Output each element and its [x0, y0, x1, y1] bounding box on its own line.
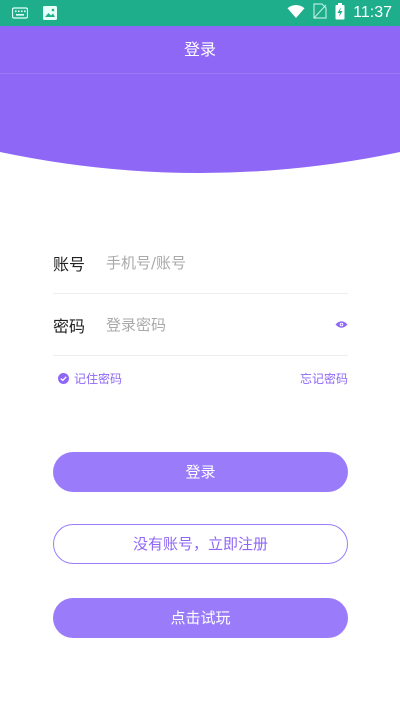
page-title: 登录	[0, 26, 400, 74]
password-row: 密码	[53, 294, 348, 356]
no-sim-icon	[313, 3, 327, 23]
login-button[interactable]: 登录	[53, 452, 348, 492]
forgot-password-link[interactable]: 忘记密码	[300, 370, 348, 387]
password-input[interactable]	[106, 315, 334, 334]
register-button[interactable]: 没有账号，立即注册	[53, 524, 348, 564]
check-circle-icon	[58, 373, 69, 384]
status-time: 11:37	[353, 4, 392, 21]
login-form: 账号 密码	[53, 232, 348, 356]
remember-password-label: 记住密码	[74, 372, 123, 386]
show-password-icon[interactable]	[334, 318, 348, 332]
account-row: 账号	[53, 232, 348, 294]
status-bar: 11:37	[0, 0, 400, 26]
image-icon	[42, 5, 58, 25]
header-arc-background	[0, 74, 400, 173]
wifi-icon	[287, 4, 305, 23]
account-input[interactable]	[106, 253, 348, 272]
password-label: 密码	[53, 316, 86, 336]
battery-charging-icon	[335, 2, 345, 24]
trial-button[interactable]: 点击试玩	[53, 598, 348, 638]
login-options: 记住密码 忘记密码	[58, 370, 348, 390]
remember-password-checkbox[interactable]: 记住密码	[58, 370, 122, 387]
keyboard-icon	[11, 5, 29, 25]
account-label: 账号	[53, 254, 86, 274]
